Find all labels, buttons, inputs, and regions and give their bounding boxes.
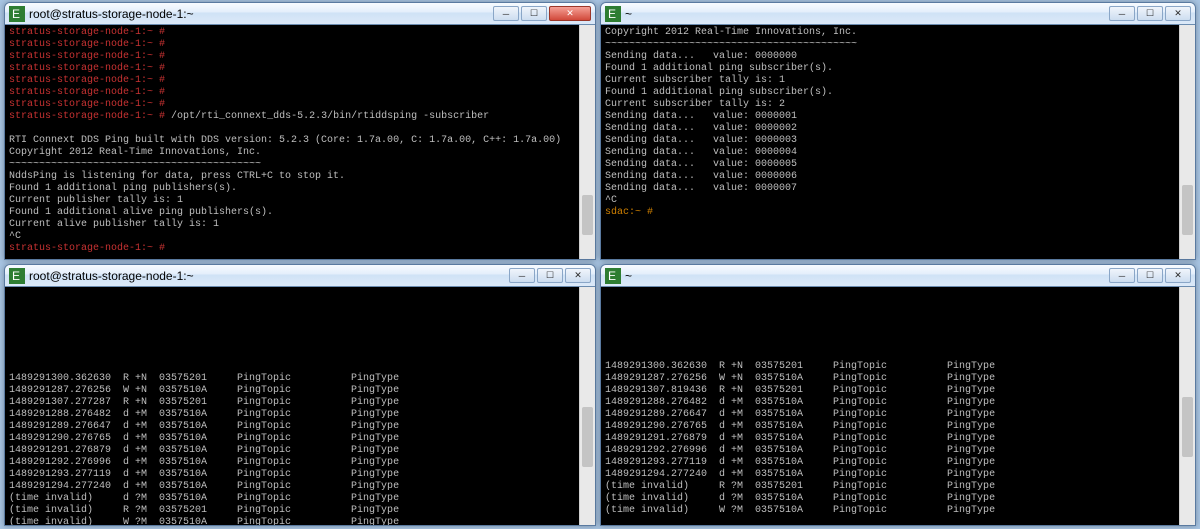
window-title: root@stratus-storage-node-1:~: [29, 7, 493, 21]
minimize-button[interactable]: ─: [509, 268, 535, 283]
scrollbar-thumb[interactable]: [1182, 185, 1193, 235]
app-icon: E: [9, 6, 25, 22]
minimize-button[interactable]: ─: [493, 6, 519, 21]
window-title: ~: [625, 269, 1109, 283]
window-top-right: E ~ ─ ☐ ✕ Copyright 2012 Real-Time Innov…: [600, 2, 1196, 260]
maximize-button[interactable]: ☐: [1137, 6, 1163, 21]
scrollbar[interactable]: [1179, 25, 1195, 259]
maximize-button[interactable]: ☐: [521, 6, 547, 21]
window-bottom-left: E root@stratus-storage-node-1:~ ─ ☐ ✕ 14…: [4, 264, 596, 526]
titlebar[interactable]: E ~ ─ ☐ ✕: [601, 265, 1195, 287]
minimize-button[interactable]: ─: [1109, 6, 1135, 21]
window-title: root@stratus-storage-node-1:~: [29, 269, 509, 283]
scrollbar-thumb[interactable]: [1182, 397, 1193, 457]
window-top-left: E root@stratus-storage-node-1:~ ─ ☐ ✕ st…: [4, 2, 596, 260]
close-button[interactable]: ✕: [1165, 268, 1191, 283]
scrollbar[interactable]: [1179, 287, 1195, 525]
svg-text:E: E: [12, 7, 20, 21]
terminal-output[interactable]: Copyright 2012 Real-Time Innovations, In…: [601, 25, 1195, 259]
scrollbar-thumb[interactable]: [582, 407, 593, 467]
scrollbar[interactable]: [579, 287, 595, 525]
svg-text:E: E: [12, 269, 20, 283]
svg-text:E: E: [608, 269, 616, 283]
titlebar[interactable]: E root@stratus-storage-node-1:~ ─ ☐ ✕: [5, 265, 595, 287]
terminal-output[interactable]: 1489291300.362630 R +N 03575201 PingTopi…: [601, 287, 1195, 525]
window-title: ~: [625, 7, 1109, 21]
close-button[interactable]: ✕: [549, 6, 591, 21]
close-button[interactable]: ✕: [565, 268, 591, 283]
scrollbar[interactable]: [579, 25, 595, 259]
app-icon: E: [9, 268, 25, 284]
maximize-button[interactable]: ☐: [1137, 268, 1163, 283]
scrollbar-thumb[interactable]: [582, 195, 593, 235]
minimize-button[interactable]: ─: [1109, 268, 1135, 283]
titlebar[interactable]: E ~ ─ ☐ ✕: [601, 3, 1195, 25]
svg-text:E: E: [608, 7, 616, 21]
titlebar[interactable]: E root@stratus-storage-node-1:~ ─ ☐ ✕: [5, 3, 595, 25]
terminal-output[interactable]: 1489291300.362630 R +N 03575201 PingTopi…: [5, 287, 595, 525]
maximize-button[interactable]: ☐: [537, 268, 563, 283]
window-bottom-right: E ~ ─ ☐ ✕ 1489291300.362630 R +N 0357520…: [600, 264, 1196, 526]
app-icon: E: [605, 6, 621, 22]
terminal-output[interactable]: stratus-storage-node-1:~ #stratus-storag…: [5, 25, 595, 259]
close-button[interactable]: ✕: [1165, 6, 1191, 21]
app-icon: E: [605, 268, 621, 284]
